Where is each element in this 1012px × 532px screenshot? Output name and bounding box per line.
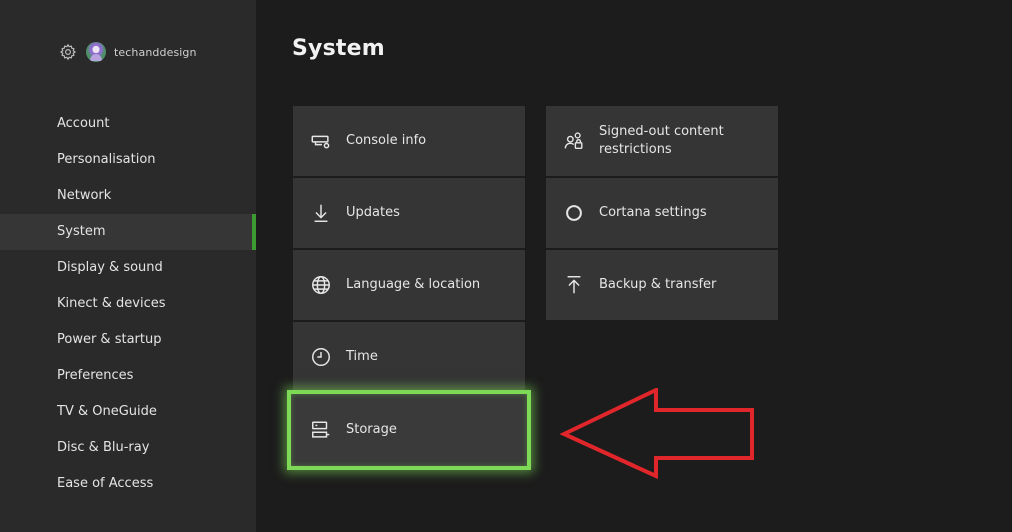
tile-console-info[interactable]: Console info [293, 106, 525, 176]
cortana-icon [563, 202, 585, 224]
tile-label: Updates [346, 205, 400, 220]
download-icon [310, 202, 332, 224]
sidebar-item-kinect-devices[interactable]: Kinect & devices [0, 286, 256, 322]
sidebar-item-preferences[interactable]: Preferences [0, 358, 256, 394]
sidebar-item-personalisation[interactable]: Personalisation [0, 142, 256, 178]
tile-language-location[interactable]: Language & location [293, 250, 525, 320]
tile-cortana-settings[interactable]: Cortana settings [546, 178, 778, 248]
annotation-arrow-icon [560, 388, 754, 480]
xbox-settings-screen: techanddesign Account Personalisation Ne… [0, 0, 1012, 532]
sidebar-item-account[interactable]: Account [0, 106, 256, 142]
tile-label: Time [346, 349, 378, 364]
profile-header: techanddesign [58, 40, 197, 64]
tile-storage[interactable]: Storage [287, 390, 531, 470]
gear-icon[interactable] [58, 42, 78, 62]
tile-label: Cortana settings [599, 205, 707, 220]
tile-signed-out-content-restrictions[interactable]: Signed-out content restrictions [546, 106, 778, 176]
tile-label: Storage [346, 422, 397, 437]
sidebar-item-system[interactable]: System [0, 214, 256, 250]
tile-label: Console info [346, 133, 427, 148]
storage-icon [310, 419, 332, 441]
avatar[interactable] [86, 42, 106, 62]
sidebar: techanddesign Account Personalisation Ne… [0, 0, 256, 532]
console-icon [310, 130, 332, 152]
sidebar-nav: Account Personalisation Network System D… [0, 106, 256, 502]
tile-label: Backup & transfer [599, 277, 717, 292]
globe-icon [310, 274, 332, 296]
upload-icon [563, 274, 585, 296]
clock-icon [310, 346, 332, 368]
user-lock-icon [563, 130, 585, 152]
sidebar-item-display-sound[interactable]: Display & sound [0, 250, 256, 286]
sidebar-item-power-startup[interactable]: Power & startup [0, 322, 256, 358]
tile-label: Language & location [346, 277, 481, 292]
page-title: System [292, 36, 385, 61]
tile-time[interactable]: Time [293, 322, 525, 392]
tile-updates[interactable]: Updates [293, 178, 525, 248]
gamertag: techanddesign [114, 45, 197, 59]
sidebar-item-ease-of-access[interactable]: Ease of Access [0, 466, 256, 502]
tile-backup-transfer[interactable]: Backup & transfer [546, 250, 778, 320]
sidebar-item-network[interactable]: Network [0, 178, 256, 214]
sidebar-item-disc-bluray[interactable]: Disc & Blu-ray [0, 430, 256, 466]
sidebar-item-tv-oneguide[interactable]: TV & OneGuide [0, 394, 256, 430]
tile-label: Signed-out content restrictions [599, 124, 724, 157]
